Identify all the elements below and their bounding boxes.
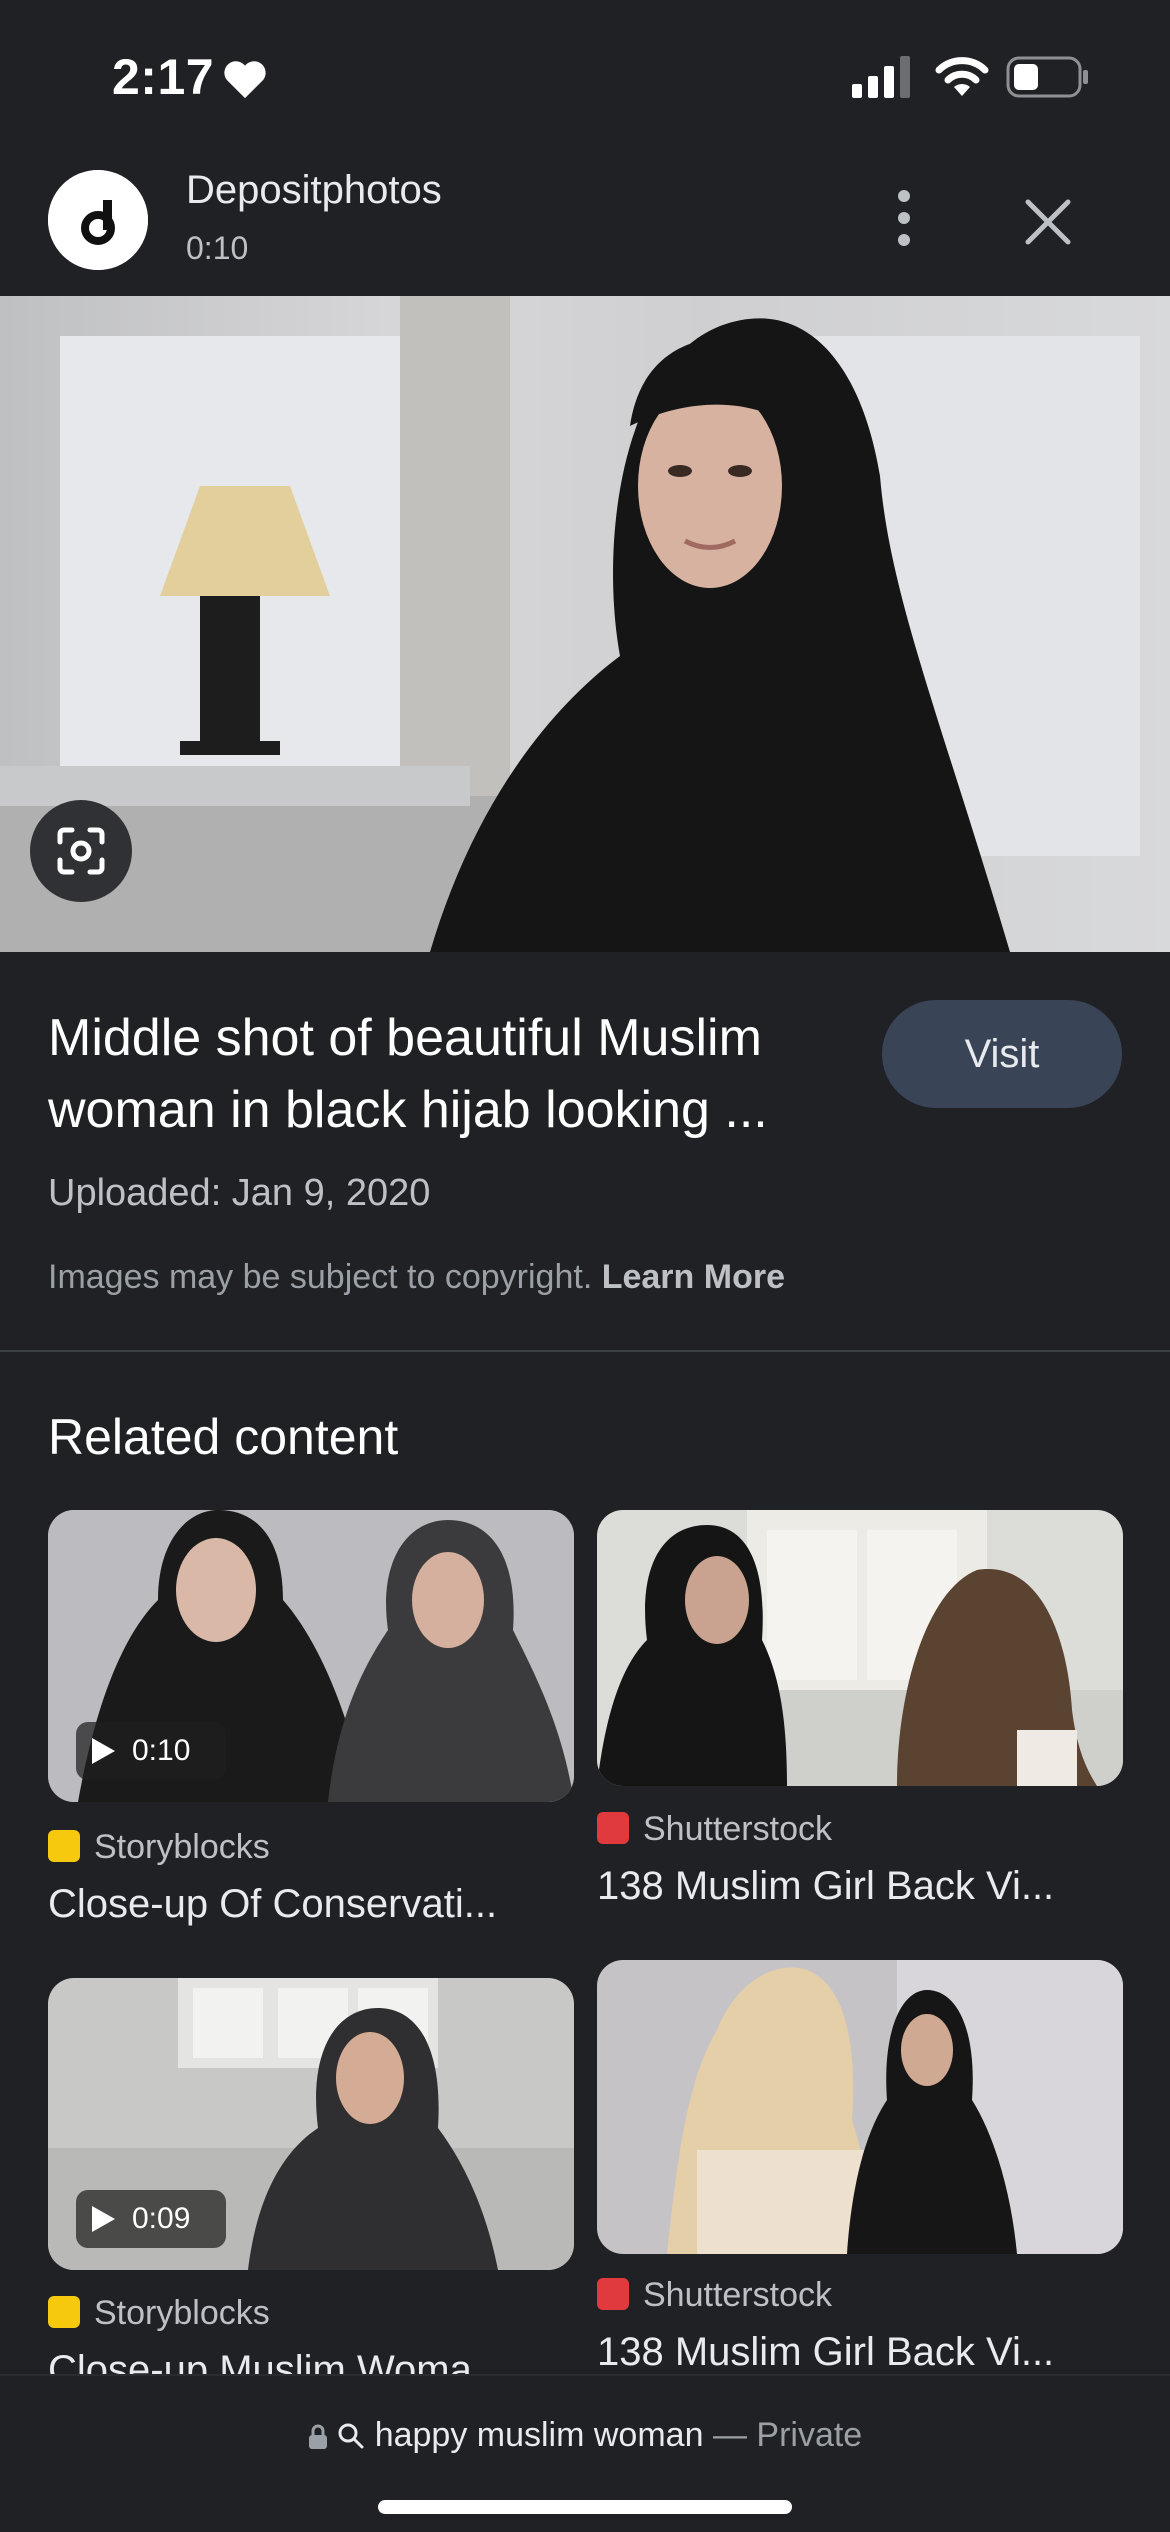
related-source: Storyblocks bbox=[48, 1828, 270, 1867]
woman-in-hijab-photo bbox=[0, 296, 1140, 952]
related-source-name: Shutterstock bbox=[643, 1810, 832, 1848]
copyright-notice: Images may be subject to copyright. Lear… bbox=[48, 1258, 785, 1297]
depositphotos-logo[interactable] bbox=[48, 170, 148, 270]
search-query: happy muslim woman bbox=[374, 2416, 704, 2454]
uploaded-date: Uploaded: Jan 9, 2020 bbox=[48, 1172, 431, 1214]
status-bar: 2:17 bbox=[0, 0, 1170, 150]
private-mode-label: Private bbox=[756, 2416, 863, 2454]
related-thumbnail[interactable] bbox=[597, 1960, 1123, 2254]
related-source: Shutterstock bbox=[597, 1810, 832, 1849]
heart-icon bbox=[224, 61, 266, 99]
main-image[interactable] bbox=[0, 296, 1170, 952]
wifi-icon bbox=[935, 57, 989, 96]
search-icon bbox=[338, 2423, 364, 2449]
shutterstock-icon bbox=[597, 1812, 629, 1844]
address-bar[interactable]: happy muslim woman — Private bbox=[0, 2374, 1170, 2532]
lock-icon bbox=[308, 2424, 327, 2449]
related-source-name: Storyblocks bbox=[94, 2294, 270, 2332]
related-title[interactable]: Close-up Of Conservati... bbox=[48, 1882, 574, 1927]
home-indicator[interactable] bbox=[378, 2500, 792, 2514]
depositphotos-logo-icon bbox=[48, 170, 148, 270]
learn-more-link[interactable]: Learn More bbox=[602, 1258, 785, 1296]
related-thumbnail[interactable] bbox=[597, 1510, 1123, 1786]
source-name[interactable]: Depositphotos bbox=[186, 168, 442, 213]
video-duration: 0:09 bbox=[132, 2202, 191, 2235]
divider bbox=[0, 1350, 1170, 1352]
related-title[interactable]: 138 Muslim Girl Back Vi... bbox=[597, 1864, 1123, 1909]
image-viewer-page: 2:17 Depositphotos 0:10 Middle shot of b… bbox=[0, 0, 1170, 2532]
video-duration-badge: 0:10 bbox=[76, 1722, 226, 1780]
storyblocks-icon bbox=[48, 1830, 80, 1862]
image-title: Middle shot of beautiful Muslim woman in… bbox=[48, 1009, 768, 1139]
visual-search-button[interactable] bbox=[30, 800, 132, 902]
address-display[interactable]: happy muslim woman — Private bbox=[0, 2416, 1170, 2455]
source-duration: 0:10 bbox=[186, 230, 249, 266]
cellular-signal-icon bbox=[852, 56, 910, 98]
viewer-header: Depositphotos 0:10 bbox=[0, 160, 1170, 295]
related-title[interactable]: 138 Muslim Girl Back Vi... bbox=[597, 2330, 1123, 2375]
video-duration-badge: 0:09 bbox=[76, 2190, 226, 2248]
related-source-name: Shutterstock bbox=[643, 2276, 832, 2314]
visit-button[interactable]: Visit bbox=[882, 1000, 1122, 1108]
close-icon[interactable] bbox=[1016, 190, 1080, 254]
related-thumbnail[interactable]: 0:10 bbox=[48, 1510, 574, 1802]
related-source: Shutterstock bbox=[597, 2276, 832, 2315]
battery-icon bbox=[1006, 56, 1088, 98]
separator: — bbox=[712, 2416, 747, 2454]
status-time: 2:17 bbox=[112, 49, 215, 105]
muslim-girl-back-view-thumbnail bbox=[597, 1510, 1123, 1786]
copyright-text: Images may be subject to copyright. bbox=[48, 1258, 593, 1296]
play-icon bbox=[92, 1738, 115, 1764]
related-source-name: Storyblocks bbox=[94, 1828, 270, 1866]
shutterstock-icon bbox=[597, 2278, 629, 2310]
related-item[interactable]: 0:10 Storyblocks Close-up Of Conservati.… bbox=[48, 1510, 574, 1930]
related-item[interactable]: Shutterstock 138 Muslim Girl Back Vi... bbox=[597, 1510, 1123, 1910]
related-content-heading: Related content bbox=[48, 1409, 399, 1465]
play-icon bbox=[92, 2206, 115, 2232]
video-duration: 0:10 bbox=[132, 1734, 191, 1767]
more-options-icon[interactable] bbox=[880, 186, 928, 250]
related-source: Storyblocks bbox=[48, 2294, 270, 2333]
lens-icon bbox=[57, 827, 105, 875]
storyblocks-icon bbox=[48, 2296, 80, 2328]
related-thumbnail[interactable]: 0:09 bbox=[48, 1978, 574, 2270]
related-item[interactable]: Shutterstock 138 Muslim Girl Back Vi... bbox=[597, 1960, 1123, 2374]
related-item[interactable]: 0:09 Storyblocks Close-up Muslim Woma... bbox=[48, 1978, 574, 2392]
blonde-and-hijab-women-thumbnail bbox=[597, 1960, 1123, 2254]
